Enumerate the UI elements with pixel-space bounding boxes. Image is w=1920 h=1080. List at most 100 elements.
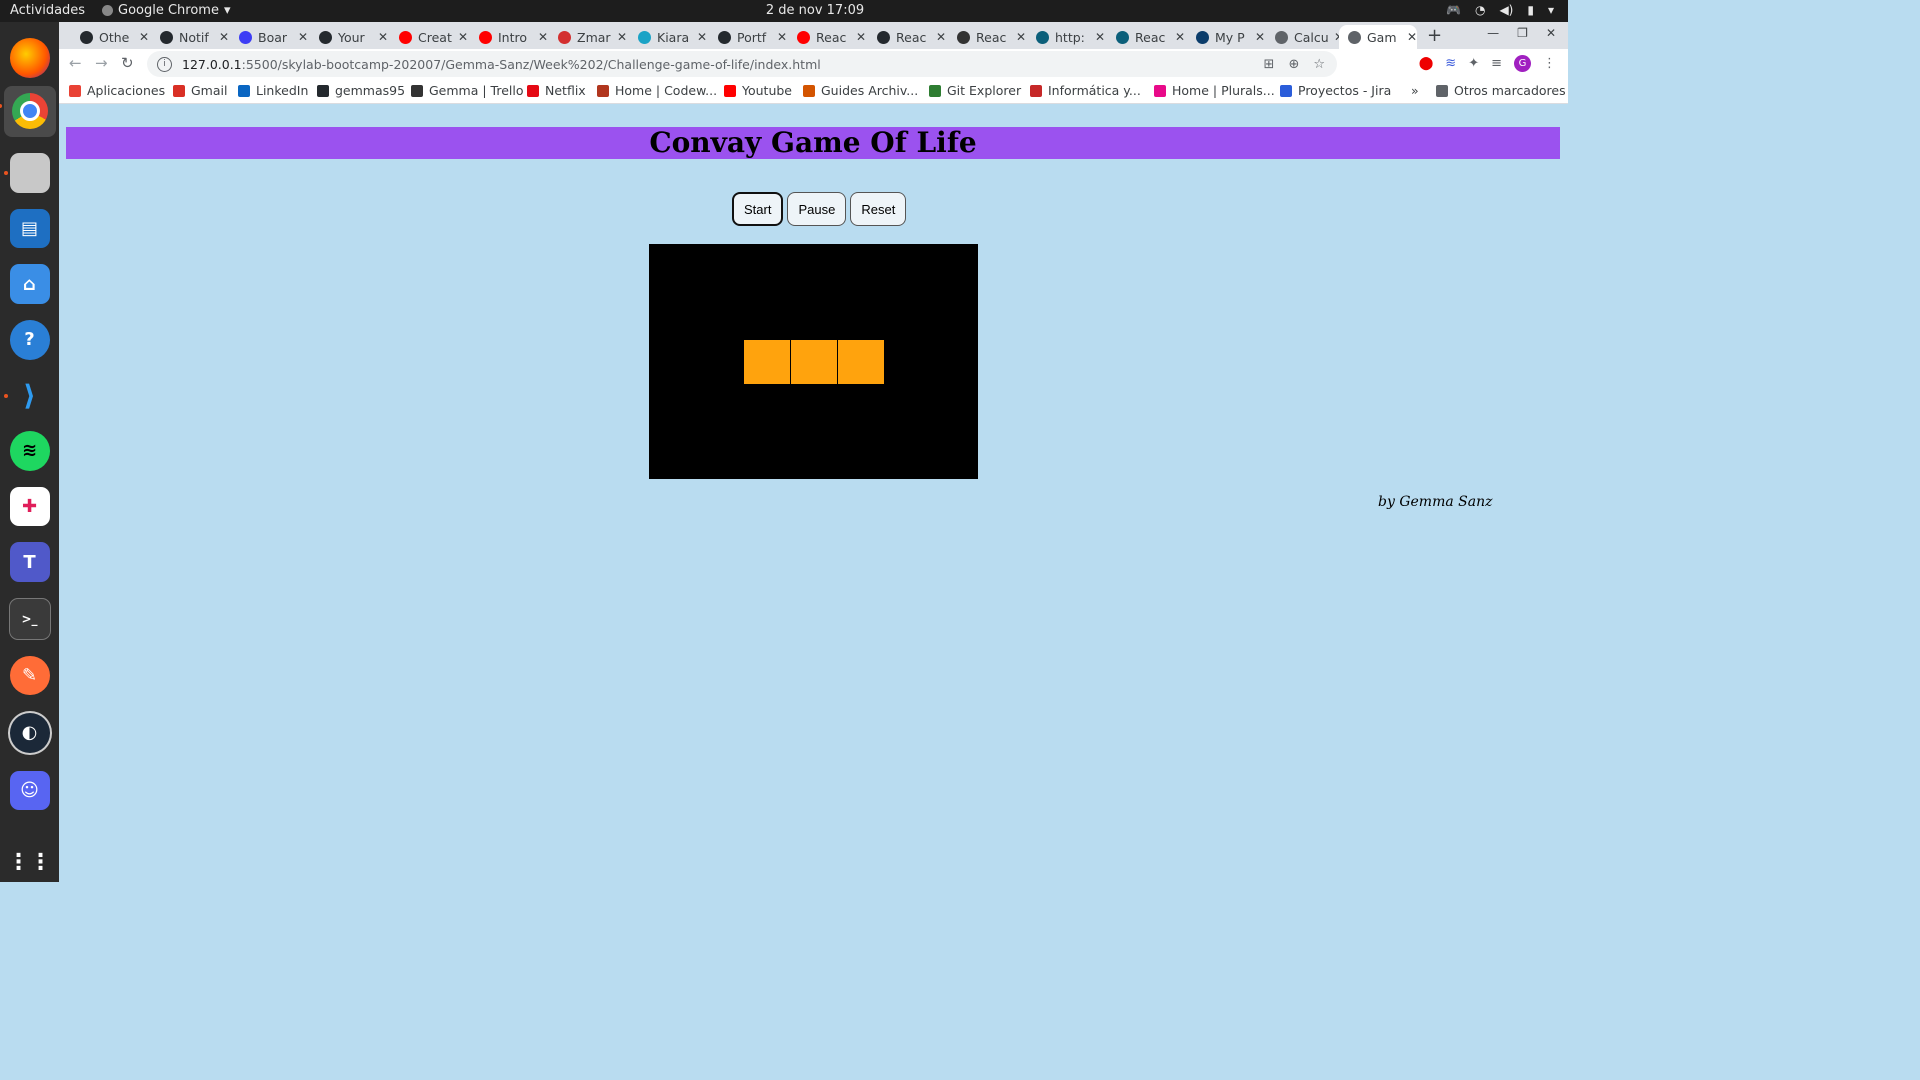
tab[interactable]: Portf ✕ [709, 25, 787, 49]
zoom-icon[interactable]: ⊕ [1288, 57, 1299, 72]
alive-cell[interactable] [838, 340, 884, 384]
clock[interactable]: 2 de nov 17:09 [0, 3, 1630, 18]
game-board[interactable] [649, 244, 978, 479]
tab[interactable]: Reac ✕ [868, 25, 946, 49]
translate-icon[interactable]: ⊞ [1264, 57, 1275, 72]
chrome-icon[interactable] [0, 85, 56, 138]
adblock-icon[interactable]: ⬤ [1419, 56, 1434, 71]
slack-icon[interactable]: ✚ [9, 486, 50, 527]
wifi-icon[interactable]: ◔ [1475, 3, 1485, 17]
close-icon[interactable]: ✕ [378, 30, 388, 44]
gamepad-icon[interactable]: 🎮 [1446, 3, 1461, 17]
bookmark-trello[interactable]: Gemma | Trello [411, 83, 524, 98]
chevron-down-icon[interactable]: ▾ [1548, 3, 1554, 17]
tab[interactable]: http: ✕ [1027, 25, 1105, 49]
vscode-icon[interactable]: ⟩ [3, 376, 50, 416]
close-icon[interactable]: ✕ [697, 30, 707, 44]
close-window-icon[interactable]: ✕ [1546, 26, 1556, 40]
back-button[interactable]: ← [69, 54, 82, 72]
puzzle-icon[interactable]: ✦ [1468, 56, 1479, 71]
close-icon[interactable]: ✕ [538, 30, 548, 44]
close-icon[interactable]: ✕ [298, 30, 308, 44]
tab[interactable]: Notif ✕ [151, 25, 229, 49]
tab[interactable]: Calcu✕ [1266, 25, 1344, 49]
bookmark-pluralsight[interactable]: Home | Plurals... [1154, 83, 1275, 98]
menu-icon[interactable]: ⋮ [1543, 56, 1556, 71]
teams-icon[interactable]: T [9, 542, 50, 582]
tab[interactable]: Reac ✕ [1107, 25, 1185, 49]
close-icon[interactable]: ✕ [1407, 30, 1417, 44]
new-tab-button[interactable]: + [1427, 25, 1442, 46]
close-icon[interactable]: ✕ [458, 30, 468, 44]
bookmark-label: Youtube [742, 83, 792, 98]
forward-button[interactable]: → [95, 54, 108, 72]
close-icon[interactable]: ✕ [219, 30, 229, 44]
bookmark-jira[interactable]: Proyectos - Jira [1280, 83, 1391, 98]
react-icon [638, 30, 651, 44]
address-bar[interactable]: i 127.0.0.1:5500/skylab-bootcamp-202007/… [147, 51, 1337, 77]
other-bookmarks[interactable]: Otros marcadores [1436, 83, 1566, 98]
bookmark-apps[interactable]: Aplicaciones [69, 83, 165, 98]
tab[interactable]: Creat ✕ [390, 25, 468, 49]
tab[interactable]: My P ✕ [1187, 25, 1265, 49]
minimize-icon[interactable]: — [1487, 26, 1499, 40]
bookmark-github[interactable]: gemmas95 [317, 83, 405, 98]
writer-icon[interactable]: ▤ [9, 208, 50, 249]
close-icon[interactable]: ✕ [936, 30, 946, 44]
bookmark-gmail[interactable]: Gmail [173, 83, 227, 98]
bookmark-youtube[interactable]: Youtube [724, 83, 792, 98]
restore-icon[interactable]: ❐ [1517, 26, 1528, 40]
tab[interactable]: Boar ✕ [230, 25, 308, 49]
tab[interactable]: Reac ✕ [948, 25, 1026, 49]
close-icon[interactable]: ✕ [1175, 30, 1185, 44]
tab[interactable]: Zmar ✕ [549, 25, 627, 49]
bookmark-linkedin[interactable]: LinkedIn [238, 83, 308, 98]
firefox-icon[interactable] [9, 38, 50, 78]
discord-icon[interactable]: ☺ [9, 770, 50, 811]
bookmark-git-explorer[interactable]: Git Explorer [929, 83, 1021, 98]
tab-label: Reac [1135, 29, 1166, 45]
info-icon[interactable]: i [157, 56, 172, 72]
tab-active[interactable]: Gam ✕ [1339, 25, 1417, 49]
star-icon[interactable]: ☆ [1313, 57, 1325, 72]
close-icon[interactable]: ✕ [617, 30, 627, 44]
close-icon[interactable]: ✕ [777, 30, 787, 44]
pause-button[interactable]: Pause [787, 192, 847, 226]
system-tray[interactable]: 🎮 ◔ ◀) ▮ ▾ [1446, 3, 1554, 17]
close-icon[interactable]: ✕ [1095, 30, 1105, 44]
bookmark-guides[interactable]: Guides Archiv... [803, 83, 918, 98]
pluralsight-icon [1154, 84, 1166, 97]
more-bookmarks-button[interactable]: » [1411, 83, 1419, 98]
reset-button[interactable]: Reset [850, 192, 907, 226]
alive-cell[interactable] [744, 340, 790, 384]
close-icon[interactable]: ✕ [856, 30, 866, 44]
postman-icon[interactable]: ✎ [9, 655, 50, 696]
battery-icon[interactable]: ▮ [1527, 3, 1534, 17]
avatar[interactable]: G [1514, 55, 1531, 72]
tab[interactable]: Reac ✕ [788, 25, 866, 49]
terminal-icon[interactable]: >_ [8, 597, 51, 640]
tab[interactable]: Your ✕ [310, 25, 388, 49]
close-icon[interactable]: ✕ [1255, 30, 1265, 44]
tab[interactable]: Othe ✕ [71, 25, 149, 49]
tab[interactable]: Intro ✕ [470, 25, 548, 49]
tab[interactable]: Kiara ✕ [629, 25, 707, 49]
spotify-icon[interactable]: ≋ [9, 431, 50, 471]
software-center-icon[interactable]: ⌂ [9, 264, 50, 304]
steam-icon[interactable]: ◐ [7, 711, 52, 755]
close-icon[interactable]: ✕ [1016, 30, 1026, 44]
reload-button[interactable]: ↻ [121, 54, 134, 72]
youtube-icon [797, 30, 810, 44]
start-button[interactable]: Start [732, 192, 784, 226]
show-apps-icon[interactable]: ⋮⋮ [8, 842, 52, 882]
bookmark-netflix[interactable]: Netflix [527, 83, 586, 98]
media-icon[interactable]: ≡ [1491, 56, 1502, 71]
bookmark-informatica[interactable]: Informática y... [1030, 83, 1141, 98]
files-icon[interactable] [3, 153, 50, 193]
alive-cell[interactable] [791, 340, 837, 384]
bookmark-codewars[interactable]: Home | Codew... [597, 83, 717, 98]
volume-icon[interactable]: ◀) [1499, 3, 1513, 17]
help-icon[interactable]: ? [9, 319, 50, 360]
extension-icon[interactable]: ≋ [1445, 56, 1456, 71]
close-icon[interactable]: ✕ [139, 30, 149, 44]
